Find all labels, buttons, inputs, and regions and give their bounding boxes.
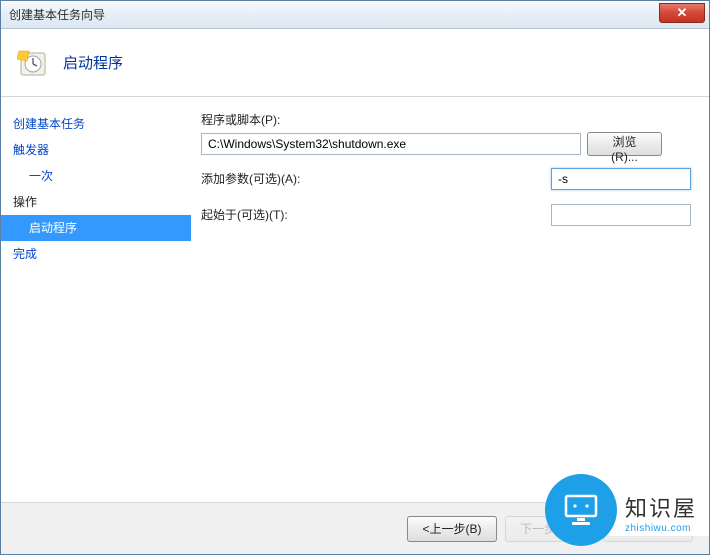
sidebar-item-trigger[interactable]: 触发器 <box>1 137 191 163</box>
args-input[interactable] <box>551 168 691 190</box>
close-icon: ✕ <box>677 5 688 20</box>
clock-icon <box>17 47 49 79</box>
page-title: 启动程序 <box>63 52 123 73</box>
program-label: 程序或脚本(P): <box>201 111 341 128</box>
sidebar-item-start-program[interactable]: 启动程序 <box>1 215 191 241</box>
back-button[interactable]: <上一步(B) <box>407 516 497 542</box>
wizard-window: 创建基本任务向导 ✕ 启动程序 创建基本任务 触发器 一次 操作 启动程序 完成 <box>0 0 710 555</box>
sidebar-item-finish[interactable]: 完成 <box>1 241 191 267</box>
body: 创建基本任务 触发器 一次 操作 启动程序 完成 程序或脚本(P): 浏览(R)… <box>1 97 709 502</box>
footer: <上一步(B) 下一步(N)> 取消 <box>1 502 709 554</box>
header: 启动程序 <box>1 29 709 97</box>
next-button[interactable]: 下一步(N)> <box>505 516 595 542</box>
startin-input[interactable] <box>551 204 691 226</box>
args-label: 添加参数(可选)(A): <box>201 166 551 192</box>
sidebar: 创建基本任务 触发器 一次 操作 启动程序 完成 <box>1 97 191 502</box>
startin-label: 起始于(可选)(T): <box>201 202 551 228</box>
program-input[interactable] <box>201 133 581 155</box>
close-button[interactable]: ✕ <box>659 3 705 23</box>
sidebar-item-create-task[interactable]: 创建基本任务 <box>1 111 191 137</box>
sidebar-item-once[interactable]: 一次 <box>1 163 191 189</box>
window-title: 创建基本任务向导 <box>9 6 105 23</box>
titlebar: 创建基本任务向导 ✕ <box>1 1 709 29</box>
browse-button[interactable]: 浏览(R)... <box>587 132 662 156</box>
sidebar-item-action: 操作 <box>1 189 191 215</box>
cancel-button[interactable]: 取消 <box>603 516 693 542</box>
form: 程序或脚本(P): 浏览(R)... 添加参数(可选)(A): 起始于(可选)(… <box>191 97 709 502</box>
